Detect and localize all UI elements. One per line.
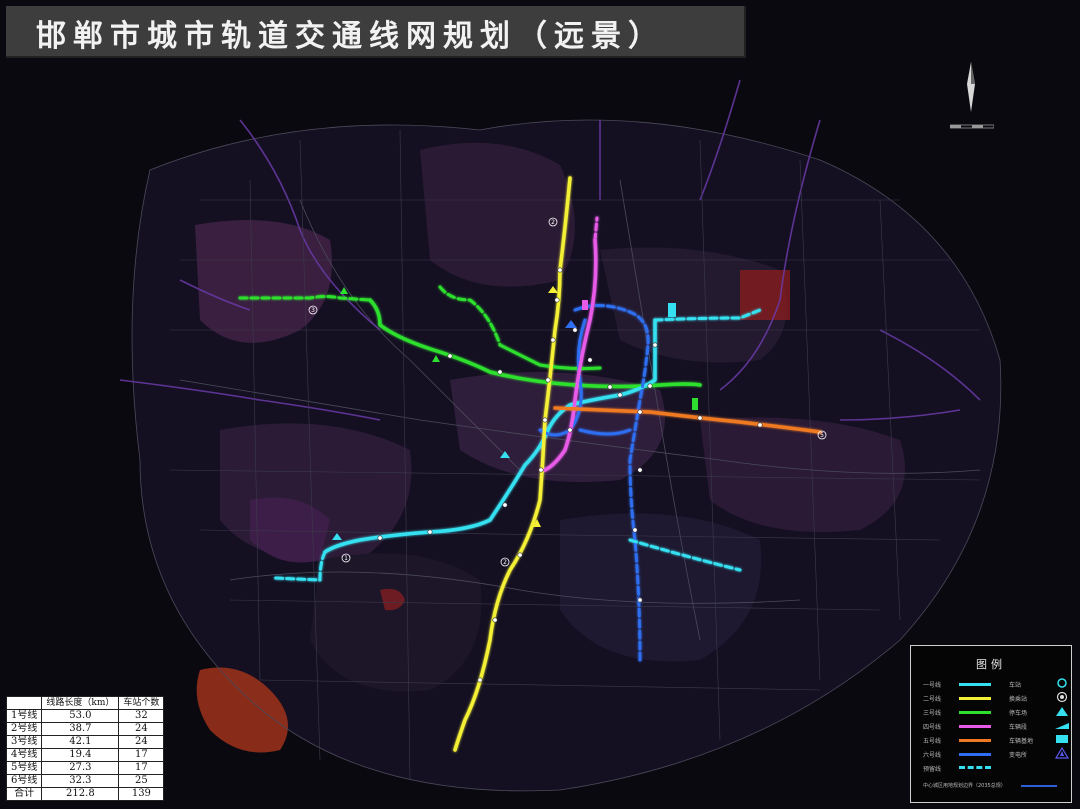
table-row: 6号线 32.3 25 bbox=[5, 774, 165, 788]
line-marker-label: 5 bbox=[820, 432, 824, 439]
legend-line-label: 四号线 bbox=[923, 724, 942, 731]
table-cell: 212.8 bbox=[41, 787, 120, 801]
vehicle-base-icon bbox=[1056, 735, 1068, 743]
legend-symbol-label: 车站 bbox=[1009, 682, 1022, 689]
table-cell: 32 bbox=[118, 709, 165, 723]
table-header-row: 线路长度（km） 车站个数 bbox=[5, 696, 165, 710]
table-cell: 139 bbox=[118, 787, 165, 801]
table-cell: 4号线 bbox=[5, 748, 43, 762]
table-row: 5号线 27.3 17 bbox=[5, 761, 165, 775]
table-cell: 5号线 bbox=[5, 761, 43, 775]
legend-symbol-label: 车辆段 bbox=[1009, 724, 1028, 731]
legend-line-label: 六号线 bbox=[923, 752, 942, 759]
line-marker-label: 2 bbox=[551, 219, 555, 226]
legend-line-swatch bbox=[959, 711, 991, 714]
table-header-cell: 线路长度（km） bbox=[41, 696, 120, 710]
table-row: 3号线 42.1 24 bbox=[5, 735, 165, 749]
legend-title: 图例 bbox=[976, 658, 1006, 671]
table-header-cell bbox=[5, 696, 43, 710]
legend: 图例 一号线 车站 二号线 换乘站 三号线 停车场 四号线 车辆段 五号线 车辆… bbox=[910, 645, 1072, 803]
table-header-cell: 车站个数 bbox=[118, 696, 165, 710]
legend-line-swatch bbox=[959, 739, 991, 742]
station-circle-icon bbox=[1057, 678, 1067, 688]
table-cell: 24 bbox=[118, 735, 165, 749]
north-arrow-icon bbox=[967, 62, 975, 112]
legend-line-label: 五号线 bbox=[923, 738, 942, 745]
parking-lot-icon bbox=[1056, 707, 1068, 716]
table-cell: 合计 bbox=[5, 787, 43, 801]
legend-line-swatch bbox=[959, 697, 991, 700]
table-cell: 2号线 bbox=[5, 722, 43, 736]
table-cell: 42.1 bbox=[41, 735, 120, 749]
table-row: 2号线 38.7 24 bbox=[5, 722, 165, 736]
legend-symbol-label: 换乘站 bbox=[1009, 696, 1028, 703]
table-cell: 17 bbox=[118, 761, 165, 775]
map-page: { "title": "邯郸市城市轨道交通线网规划（远景）", "legend"… bbox=[0, 0, 1080, 809]
table-row: 1号线 53.0 32 bbox=[5, 709, 165, 723]
legend-boundary-note: 中心城区用地规划边界（2035总规） bbox=[923, 783, 1006, 789]
table-cell: 38.7 bbox=[41, 722, 120, 736]
table-cell: 24 bbox=[118, 722, 165, 736]
table-cell: 32.3 bbox=[41, 774, 120, 788]
depot-icon bbox=[1055, 723, 1069, 729]
legend-symbol-label: 停车场 bbox=[1009, 710, 1028, 717]
line-marker-label: 1 bbox=[344, 555, 348, 562]
table-cell: 53.0 bbox=[41, 709, 120, 723]
table-cell: 19.4 bbox=[41, 748, 120, 762]
title-bar: 邯郸市城市轨道交通线网规划（远景） bbox=[6, 6, 746, 58]
legend-line-label: 二号线 bbox=[923, 696, 942, 703]
legend-boundary-line bbox=[1021, 785, 1057, 787]
legend-line-swatch bbox=[959, 725, 991, 728]
table-row: 4号线 19.4 17 bbox=[5, 748, 165, 762]
legend-line-label: 一号线 bbox=[923, 682, 942, 689]
table-cell: 3号线 bbox=[5, 735, 43, 749]
legend-line-swatch bbox=[959, 753, 991, 756]
legend-line-label: 预留线 bbox=[923, 766, 942, 773]
table-cell: 17 bbox=[118, 748, 165, 762]
line-stats-table: 线路长度（km） 车站个数 1号线 53.0 32 2号线 38.7 24 3号… bbox=[5, 696, 165, 801]
substation-icon bbox=[1055, 747, 1069, 759]
table-cell: 6号线 bbox=[5, 774, 43, 788]
legend-line-swatch bbox=[959, 683, 991, 686]
legend-line-swatch bbox=[959, 766, 991, 769]
legend-line-label: 三号线 bbox=[923, 710, 942, 717]
line-marker-label: 3 bbox=[311, 307, 315, 314]
table-cell: 1号线 bbox=[5, 709, 43, 723]
table-total-row: 合计 212.8 139 bbox=[5, 787, 165, 801]
transfer-station-icon bbox=[1056, 691, 1068, 703]
scale-bar-icon bbox=[950, 124, 994, 129]
legend-symbol-label: 车辆基地 bbox=[1009, 738, 1034, 745]
table-cell: 25 bbox=[118, 774, 165, 788]
line-marker-label: 2 bbox=[503, 559, 507, 566]
legend-symbol-label: 变电所 bbox=[1009, 752, 1028, 759]
map-title: 邯郸市城市轨道交通线网规划（远景） bbox=[36, 19, 665, 54]
table-cell: 27.3 bbox=[41, 761, 120, 775]
